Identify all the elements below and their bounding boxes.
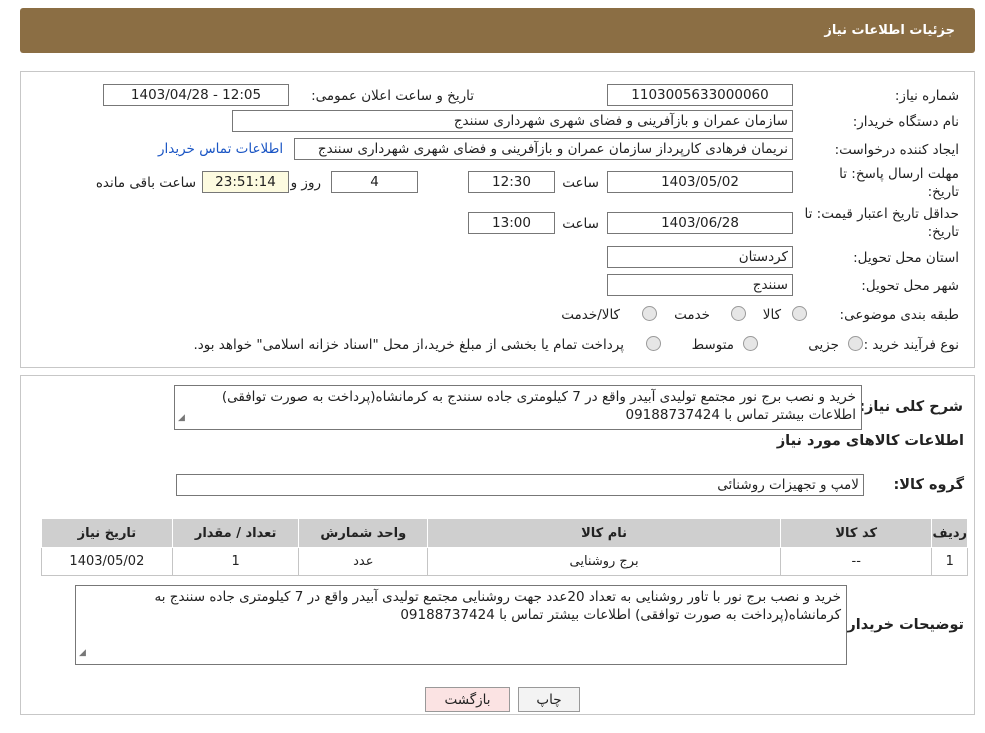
details-panel: شرح کلی نیاز: خرید و نصب برج نور مجتمع ت… [20, 375, 975, 715]
province-label: استان محل تحویل: [853, 250, 959, 266]
category-option-service: خدمت [674, 307, 710, 323]
item-group-label: گروه کالا: [893, 477, 964, 493]
cell-row-num: 1 [931, 547, 968, 576]
col-header-row-num: ردیف [931, 518, 968, 548]
deadline-time-label: ساعت [562, 175, 599, 191]
buyer-org-field[interactable]: سازمان عمران و بازآفرینی و فضای شهری شهر… [232, 110, 793, 132]
time-remaining-field[interactable]: 23:51:14 [202, 171, 289, 193]
need-number-label: شماره نیاز: [894, 88, 959, 104]
buyer-notes-textarea[interactable]: خرید و نصب برج نور با تاور روشنایی به تع… [75, 585, 847, 665]
announce-field[interactable]: 1403/04/28 - 12:05 [103, 84, 289, 106]
col-header-date: تاریخ نیاز [41, 518, 173, 548]
validity-label: حداقل تاریخ اعتبار قیمت: تا [804, 206, 959, 222]
process-option-medium: متوسط [691, 337, 734, 353]
days-label: روز و [290, 175, 321, 191]
need-number-field[interactable]: 1103005633000060 [607, 84, 793, 106]
col-header-unit: واحد شمارش [298, 518, 429, 548]
validity-date-field[interactable]: 1403/06/28 [607, 212, 793, 234]
requester-label: ایجاد کننده درخواست: [834, 142, 959, 158]
process-option-minor: جزیی [808, 337, 839, 353]
resize-grip-icon[interactable]: ◢ [79, 644, 86, 662]
back-button[interactable]: بازگشت [425, 687, 510, 712]
validity-label-2: تاریخ: [927, 224, 959, 240]
cell-date: 1403/05/02 [41, 547, 173, 576]
cell-name: برج روشنایی [427, 547, 781, 576]
page-header: جزئیات اطلاعات نیاز [20, 8, 975, 53]
cell-unit: عدد [298, 547, 429, 576]
resize-grip-icon[interactable]: ◢ [178, 409, 185, 427]
cell-qty: 1 [171, 547, 300, 576]
category-option-goods: کالا [762, 307, 781, 323]
city-field[interactable]: سنندج [607, 274, 793, 296]
city-label: شهر محل تحویل: [861, 278, 959, 294]
summary-label: شرح کلی نیاز: [859, 399, 963, 415]
time-remaining-label: ساعت باقی مانده [95, 175, 196, 191]
announce-label: تاریخ و ساعت اعلان عمومی: [311, 88, 474, 104]
province-field[interactable]: کردستان [607, 246, 793, 268]
items-section-title: اطلاعات کالاهای مورد نیاز [776, 433, 964, 449]
table-row: 1 -- برج روشنایی عدد 1 1403/05/02 [41, 547, 968, 576]
process-radio-minor[interactable] [848, 336, 863, 351]
deadline-date-field[interactable]: 1403/05/02 [607, 171, 793, 193]
requester-field[interactable]: نریمان فرهادی کارپرداز سازمان عمران و با… [294, 138, 793, 160]
category-radio-goods[interactable] [792, 306, 807, 321]
category-radio-both[interactable] [642, 306, 657, 321]
deadline-label-2: تاریخ: [927, 184, 959, 200]
buyer-notes-label: توضیحات خریدار: [841, 617, 964, 633]
buyer-org-label: نام دستگاه خریدار: [852, 114, 959, 130]
print-button[interactable]: چاپ [518, 687, 580, 712]
category-radio-service[interactable] [731, 306, 746, 321]
table-header-row: ردیف کد کالا نام کالا واحد شمارش تعداد /… [41, 518, 968, 548]
item-group-field[interactable]: لامپ و تجهیزات روشنائی [176, 474, 864, 496]
validity-time-field[interactable]: 13:00 [468, 212, 555, 234]
category-option-both: کالا/خدمت [561, 307, 620, 323]
validity-time-label: ساعت [562, 216, 599, 232]
days-remaining-field[interactable]: 4 [331, 171, 418, 193]
deadline-label: مهلت ارسال پاسخ: تا [839, 166, 959, 182]
summary-textarea[interactable]: خرید و نصب برج نور مجتمع تولیدی آبیدر وا… [174, 385, 862, 430]
page-title: جزئیات اطلاعات نیاز [824, 23, 955, 38]
process-note: پرداخت تمام یا بخشی از مبلغ خرید،از محل … [193, 337, 624, 353]
process-radio-medium[interactable] [743, 336, 758, 351]
cell-code: -- [779, 547, 933, 576]
deadline-time-field[interactable]: 12:30 [468, 171, 555, 193]
process-radio-treasury[interactable] [646, 336, 661, 351]
buyer-contact-link[interactable]: اطلاعات تماس خریدار [158, 141, 283, 157]
process-label: نوع فرآیند خرید : [863, 337, 959, 353]
col-header-name: نام کالا [427, 518, 781, 548]
category-label: طبقه بندی موضوعی: [839, 307, 959, 323]
col-header-qty: تعداد / مقدار [171, 518, 300, 548]
need-info-panel: شماره نیاز: 1103005633000060 تاریخ و ساع… [20, 71, 975, 368]
summary-text: خرید و نصب برج نور مجتمع تولیدی آبیدر وا… [221, 389, 856, 423]
items-table: ردیف کد کالا نام کالا واحد شمارش تعداد /… [41, 518, 968, 576]
col-header-code: کد کالا [779, 518, 933, 548]
buyer-notes-text: خرید و نصب برج نور با تاور روشنایی به تع… [154, 589, 841, 623]
